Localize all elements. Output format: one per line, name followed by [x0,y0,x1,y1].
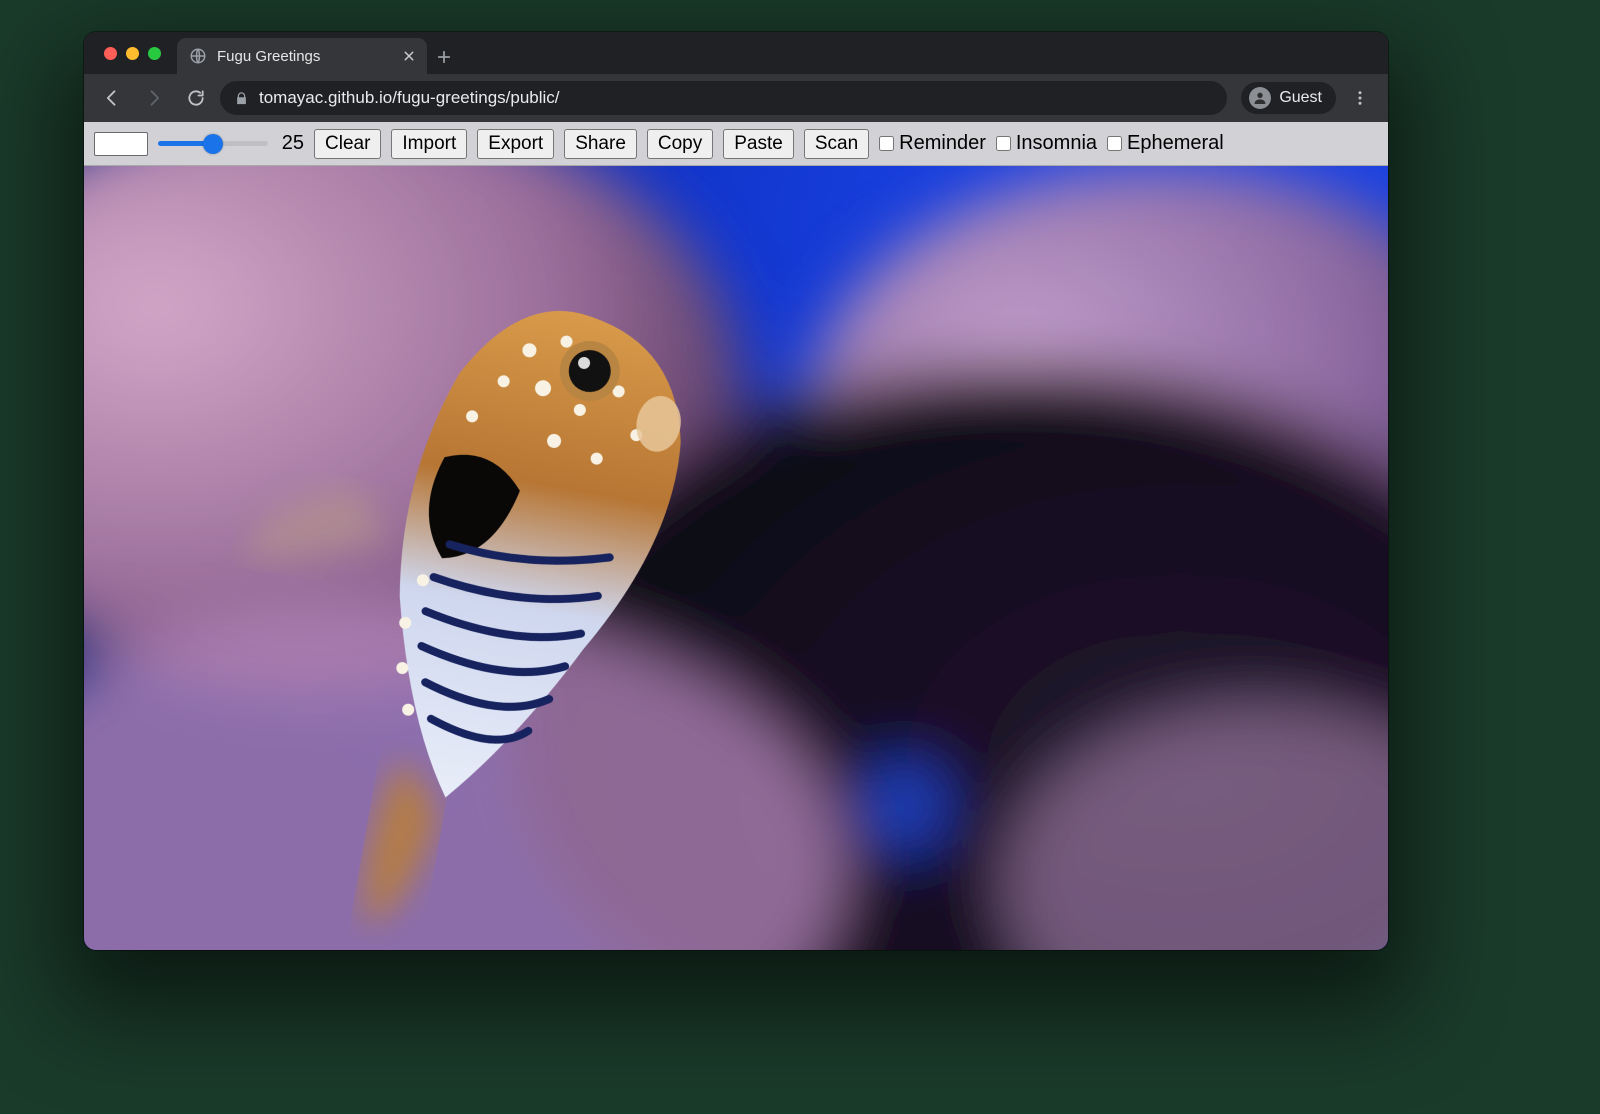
color-picker[interactable] [94,132,148,156]
globe-icon [189,47,207,65]
browser-window: Fugu Greetings tomayac.github.io/fugu-gr… [84,32,1388,950]
maximize-window-button[interactable] [148,47,161,60]
scan-button[interactable]: Scan [804,129,869,159]
window-controls [96,32,171,74]
brush-size-slider[interactable] [158,141,268,146]
insomnia-checkbox[interactable]: Insomnia [996,132,1097,155]
app-toolbar: 25 Clear Import Export Share Copy Paste … [84,122,1388,166]
reminder-checkbox-input[interactable] [879,136,894,151]
reminder-label: Reminder [899,132,986,155]
url-text: tomayac.github.io/fugu-greetings/public/ [259,88,560,108]
new-tab-button[interactable] [427,40,461,74]
close-window-button[interactable] [104,47,117,60]
drawing-canvas[interactable] [84,166,1388,950]
tab-title: Fugu Greetings [217,48,391,65]
export-button[interactable]: Export [477,129,554,159]
brush-size-value: 25 [278,132,304,155]
avatar-icon [1249,87,1271,109]
copy-button[interactable]: Copy [647,129,713,159]
ephemeral-label: Ephemeral [1127,132,1224,155]
ephemeral-checkbox[interactable]: Ephemeral [1107,132,1224,155]
minimize-window-button[interactable] [126,47,139,60]
close-tab-button[interactable] [401,48,417,64]
paste-button[interactable]: Paste [723,129,794,159]
reminder-checkbox[interactable]: Reminder [879,132,986,155]
share-button[interactable]: Share [564,129,637,159]
browser-tab[interactable]: Fugu Greetings [177,38,427,74]
profile-label: Guest [1279,89,1322,107]
import-button[interactable]: Import [391,129,467,159]
tab-strip: Fugu Greetings [84,32,1388,74]
lock-icon [234,91,249,106]
forward-button[interactable] [136,80,172,116]
back-button[interactable] [94,80,130,116]
reload-button[interactable] [178,80,214,116]
ephemeral-checkbox-input[interactable] [1107,136,1122,151]
address-bar[interactable]: tomayac.github.io/fugu-greetings/public/ [220,81,1227,115]
insomnia-label: Insomnia [1016,132,1097,155]
browser-menu-button[interactable] [1342,80,1378,116]
clear-button[interactable]: Clear [314,129,381,159]
profile-chip[interactable]: Guest [1241,82,1336,114]
address-bar-row: tomayac.github.io/fugu-greetings/public/… [84,74,1388,122]
insomnia-checkbox-input[interactable] [996,136,1011,151]
